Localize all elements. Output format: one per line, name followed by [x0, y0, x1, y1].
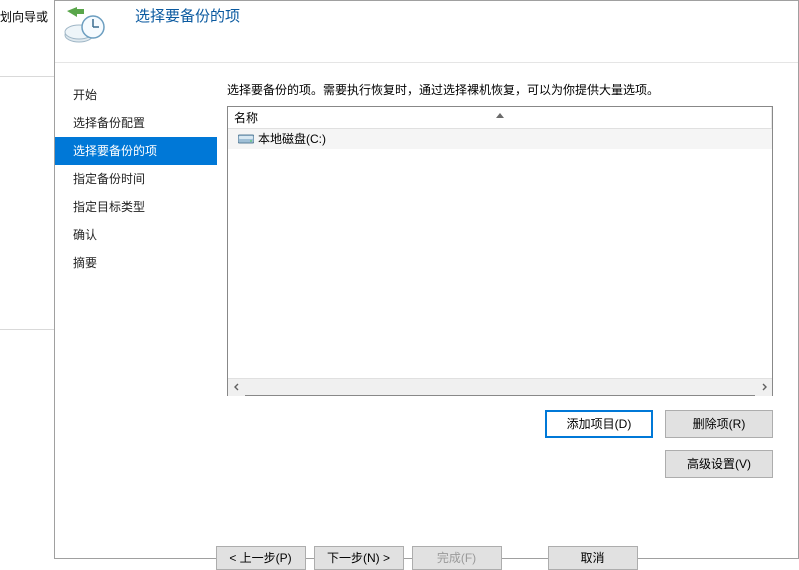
scroll-right-icon[interactable]: [755, 379, 772, 396]
add-item-button[interactable]: 添加项目(D): [545, 410, 653, 438]
scroll-left-icon[interactable]: [228, 379, 245, 396]
disk-icon: [238, 133, 254, 145]
horizontal-scrollbar[interactable]: [228, 378, 772, 395]
wizard-header: 选择要备份的项: [55, 1, 798, 63]
advanced-settings-button[interactable]: 高级设置(V): [665, 450, 773, 478]
next-button[interactable]: 下一步(N) >: [314, 546, 404, 570]
sidebar-item-config[interactable]: 选择备份配置: [55, 109, 217, 137]
description-text: 选择要备份的项。需要执行恢复时，通过选择裸机恢复，可以为你提供大量选项。: [227, 81, 773, 98]
sort-ascending-icon: [496, 113, 504, 118]
previous-button[interactable]: < 上一步(P): [216, 546, 306, 570]
finish-button: 完成(F): [412, 546, 502, 570]
sidebar-item-start[interactable]: 开始: [55, 81, 217, 109]
items-listbox[interactable]: 名称 本地磁盘(C:): [227, 106, 773, 396]
wizard-main: 选择要备份的项。需要执行恢复时，通过选择裸机恢复，可以为你提供大量选项。 名称: [217, 63, 798, 516]
list-item-label: 本地磁盘(C:): [258, 129, 326, 149]
sidebar-item-confirm[interactable]: 确认: [55, 221, 217, 249]
column-header-name[interactable]: 名称: [228, 107, 772, 128]
remove-item-button[interactable]: 删除项(R): [665, 410, 773, 438]
column-header-name-label: 名称: [234, 111, 258, 125]
list-body[interactable]: 本地磁盘(C:): [228, 129, 772, 378]
wizard-window: 选择要备份的项 开始 选择备份配置 选择要备份的项 指定备份时间 指定目标类型 …: [54, 0, 799, 559]
page-title: 选择要备份的项: [135, 5, 240, 26]
cancel-button[interactable]: 取消: [548, 546, 638, 570]
sidebar-item-target[interactable]: 指定目标类型: [55, 193, 217, 221]
backup-icon: [63, 5, 107, 48]
outside-label: 划向导或: [0, 8, 48, 25]
wizard-footer: < 上一步(P) 下一步(N) > 完成(F) 取消: [55, 516, 798, 558]
list-item[interactable]: 本地磁盘(C:): [228, 129, 772, 149]
list-header[interactable]: 名称: [228, 107, 772, 129]
sidebar-item-summary[interactable]: 摘要: [55, 249, 217, 277]
sidebar-item-time[interactable]: 指定备份时间: [55, 165, 217, 193]
wizard-sidebar: 开始 选择备份配置 选择要备份的项 指定备份时间 指定目标类型 确认 摘要: [55, 63, 217, 516]
sidebar-item-select[interactable]: 选择要备份的项: [55, 137, 217, 165]
